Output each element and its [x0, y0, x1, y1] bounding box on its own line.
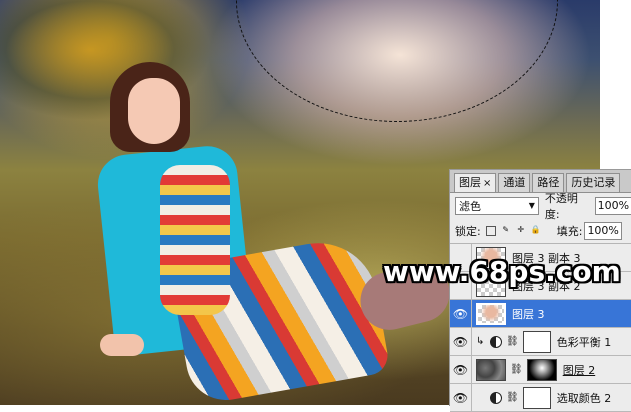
panel-tabs: 图层 × 通道 路径 历史记录	[450, 170, 631, 193]
girl-dress	[160, 165, 230, 315]
lock-label: 锁定:	[455, 224, 481, 238]
blend-mode-value: 滤色	[459, 199, 481, 213]
chain-link-icon[interactable]: ⛓	[506, 392, 519, 403]
layer-row[interactable]: 👁 ⛓ 图层 2	[450, 356, 631, 384]
lock-all-icon[interactable]: 🔒	[531, 225, 541, 236]
lock-pixels-icon[interactable]: ✎	[501, 225, 511, 236]
girl-hand	[100, 334, 144, 356]
eye-icon[interactable]: 👁	[450, 300, 472, 327]
layer-name: 图层 3	[512, 307, 545, 321]
layer-row[interactable]: 👁 ⛓ 选取颜色 2	[450, 384, 631, 412]
layer-mask-thumbnail[interactable]	[526, 358, 557, 381]
opacity-input[interactable]: 100%	[594, 196, 631, 215]
layer-thumbnail	[476, 358, 506, 381]
watermark-text: www.68ps.com	[383, 255, 621, 288]
girl-face	[128, 78, 180, 144]
blend-row: 滤色 ▼ 不透明度: 100%	[450, 192, 631, 221]
layer-name: 图层 2	[562, 363, 596, 377]
fill-input[interactable]: 100%	[584, 221, 622, 240]
eye-icon[interactable]: 👁	[450, 384, 472, 411]
chain-link-icon[interactable]: ⛓	[510, 364, 523, 375]
blend-mode-select[interactable]: 滤色 ▼	[455, 196, 539, 215]
tab-channels[interactable]: 通道	[498, 173, 531, 192]
layer-mask-thumbnail[interactable]	[522, 386, 551, 409]
chain-link-icon[interactable]: ⛓	[506, 336, 519, 347]
chevron-down-icon: ▼	[528, 201, 535, 210]
lock-transparent-icon[interactable]	[485, 225, 496, 236]
layer-thumbnail	[476, 302, 506, 325]
lock-row: 锁定: ✎ ✛ 🔒 填充: 100%	[450, 218, 631, 244]
clip-arrow-icon: ↳	[476, 336, 485, 347]
eye-icon[interactable]: 👁	[450, 328, 472, 355]
eye-icon[interactable]: 👁	[450, 356, 472, 383]
tab-layers[interactable]: 图层 ×	[454, 173, 497, 192]
layer-name: 选取颜色 2	[556, 391, 612, 405]
layer-row-selected[interactable]: 👁 图层 3	[450, 300, 631, 328]
layer-mask-thumbnail[interactable]	[522, 330, 551, 353]
close-icon[interactable]: ×	[483, 178, 491, 189]
lock-position-icon[interactable]: ✛	[516, 225, 526, 236]
fill-label: 填充:	[556, 224, 583, 238]
elliptical-selection-marquee[interactable]	[236, 0, 558, 122]
layer-name: 色彩平衡 1	[556, 335, 612, 349]
adjustment-layer-icon	[490, 391, 502, 404]
adjustment-layer-icon	[490, 335, 502, 348]
opacity-label: 不透明度:	[544, 191, 578, 221]
layer-row[interactable]: 👁 ↳ ⛓ 色彩平衡 1	[450, 328, 631, 356]
